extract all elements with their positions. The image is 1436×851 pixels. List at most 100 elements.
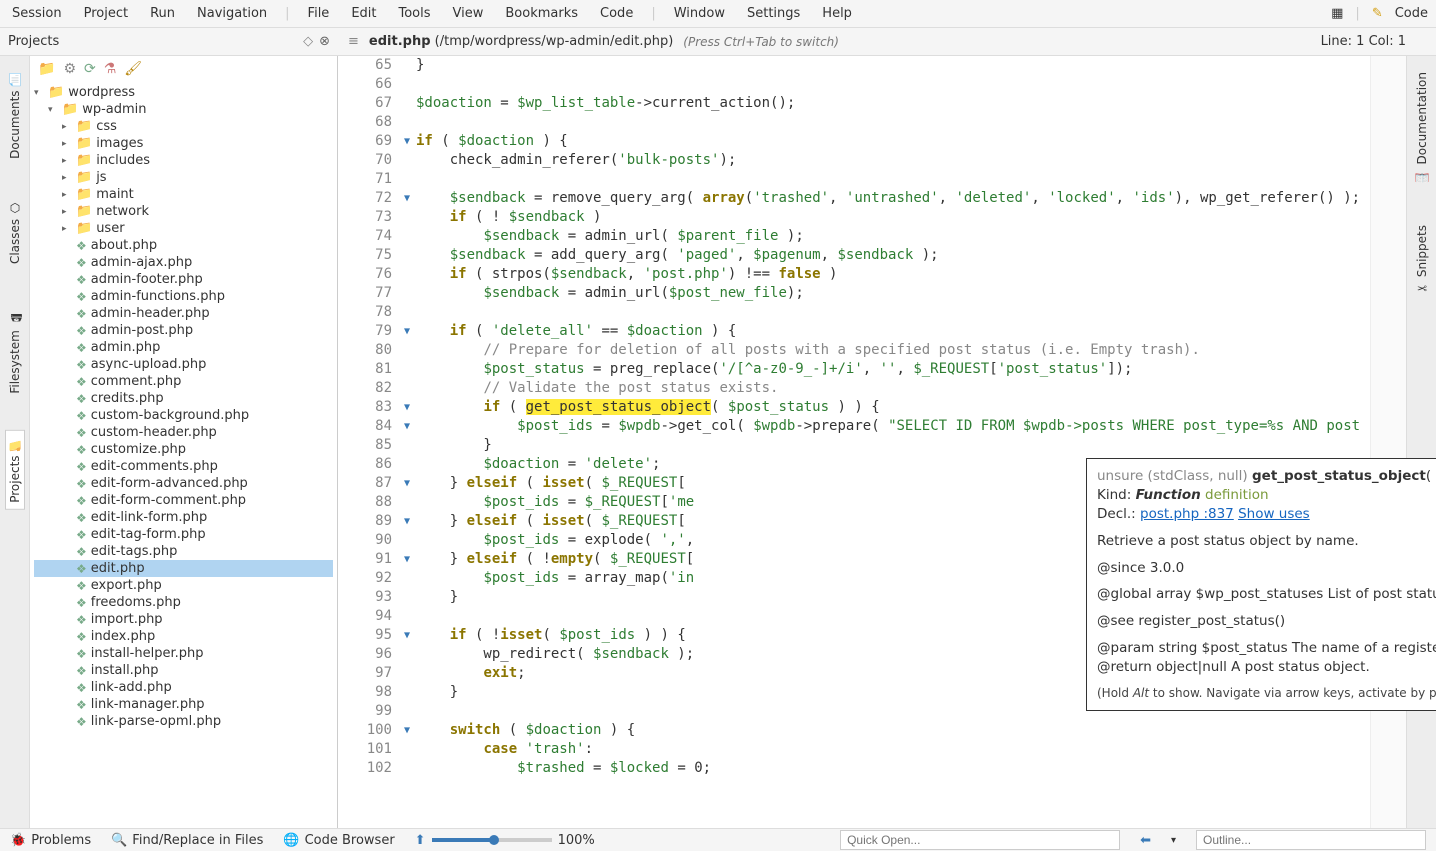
code-editor[interactable]: 6566676869707172737475767778798081828384… xyxy=(338,56,1406,828)
tree-file[interactable]: ❖freedoms.php xyxy=(34,594,333,611)
expand-icon[interactable]: ▾ xyxy=(34,88,44,98)
tree-folder[interactable]: ▾📁wp-admin xyxy=(34,101,333,118)
fold-marker[interactable]: ▼ xyxy=(398,474,416,493)
project-tree[interactable]: ▾📁wordpress▾📁wp-admin▸📁css▸📁images▸📁incl… xyxy=(30,82,337,828)
fold-marker[interactable]: ▼ xyxy=(398,550,416,569)
menu-tools[interactable]: Tools xyxy=(395,4,435,23)
fold-marker[interactable]: ▼ xyxy=(398,189,416,208)
dropdown-icon[interactable]: ▾ xyxy=(1171,835,1176,846)
tree-file[interactable]: ❖export.php xyxy=(34,577,333,594)
menu-session[interactable]: Session xyxy=(8,4,66,23)
tree-file[interactable]: ❖index.php xyxy=(34,628,333,645)
tree-file[interactable]: ❖custom-background.php xyxy=(34,407,333,424)
line-col-indicator[interactable]: Line: 1 Col: 1 xyxy=(1301,34,1426,49)
tree-file[interactable]: ❖install-helper.php xyxy=(34,645,333,662)
tree-folder[interactable]: ▸📁images xyxy=(34,135,333,152)
tree-file[interactable]: ❖link-manager.php xyxy=(34,696,333,713)
tree-file[interactable]: ❖import.php xyxy=(34,611,333,628)
zoom-control[interactable]: ⬆ 100% xyxy=(415,833,595,848)
menu-edit[interactable]: Edit xyxy=(347,4,380,23)
brush-icon[interactable]: 🖌 xyxy=(124,61,142,77)
expand-icon[interactable]: ▸ xyxy=(62,207,72,217)
expand-icon[interactable]: ▾ xyxy=(48,105,58,115)
folder-icon[interactable]: 📁 xyxy=(38,61,55,77)
tree-file[interactable]: ❖admin-footer.php xyxy=(34,271,333,288)
tree-file[interactable]: ❖link-parse-opml.php xyxy=(34,713,333,730)
tooltip-decl-link[interactable]: post.php :837 xyxy=(1140,506,1234,522)
tree-file[interactable]: ❖edit-tags.php xyxy=(34,543,333,560)
tree-folder[interactable]: ▸📁includes xyxy=(34,152,333,169)
expand-icon[interactable]: ▸ xyxy=(62,190,72,200)
fold-marker[interactable]: ▼ xyxy=(398,322,416,341)
tree-file[interactable]: ❖edit-form-comment.php xyxy=(34,492,333,509)
fold-marker[interactable]: ▼ xyxy=(398,512,416,531)
collapse-icon[interactable]: ◇ xyxy=(303,34,313,49)
fold-marker[interactable]: ▼ xyxy=(398,417,416,436)
tab-filesystem[interactable]: Filesystem 🖴 xyxy=(2,300,27,400)
tree-file[interactable]: ❖admin-post.php xyxy=(34,322,333,339)
filter-icon[interactable]: ⚗ xyxy=(104,61,117,77)
tree-file[interactable]: ❖admin.php xyxy=(34,339,333,356)
tree-file[interactable]: ❖edit-link-form.php xyxy=(34,509,333,526)
gear-icon[interactable]: ⚙ xyxy=(63,61,76,77)
sb-find-replace[interactable]: 🔍 Find/Replace in Files xyxy=(111,833,263,848)
tree-file[interactable]: ❖edit.php xyxy=(34,560,333,577)
menu-window[interactable]: Window xyxy=(670,4,729,23)
tree-folder[interactable]: ▸📁maint xyxy=(34,186,333,203)
minimap[interactable] xyxy=(1370,56,1406,828)
expand-icon[interactable]: ▸ xyxy=(62,139,72,149)
back-icon[interactable]: ⬅ xyxy=(1140,833,1151,848)
fold-column[interactable]: ▼▼▼▼▼▼▼▼▼▼ xyxy=(398,56,416,828)
tree-file[interactable]: ❖about.php xyxy=(34,237,333,254)
tree-folder[interactable]: ▾📁wordpress xyxy=(34,84,333,101)
sb-code-browser[interactable]: 🌐 Code Browser xyxy=(283,833,394,848)
menu-bookmarks[interactable]: Bookmarks xyxy=(501,4,582,23)
fold-marker[interactable]: ▼ xyxy=(398,398,416,417)
menu-code[interactable]: Code xyxy=(596,4,637,23)
tree-file[interactable]: ❖comment.php xyxy=(34,373,333,390)
menu-file[interactable]: File xyxy=(304,4,334,23)
code-label[interactable]: Code xyxy=(1395,6,1428,21)
tree-file[interactable]: ❖link-add.php xyxy=(34,679,333,696)
tree-folder[interactable]: ▸📁css xyxy=(34,118,333,135)
tree-folder[interactable]: ▸📁js xyxy=(34,169,333,186)
tab-filename[interactable]: edit.php xyxy=(369,34,431,49)
tree-file[interactable]: ❖admin-functions.php xyxy=(34,288,333,305)
tab-documentation[interactable]: 📖 Documentation xyxy=(1413,66,1431,189)
tree-file[interactable]: ❖edit-tag-form.php xyxy=(34,526,333,543)
menu-help[interactable]: Help xyxy=(818,4,856,23)
pencil-icon[interactable]: ✎ xyxy=(1372,6,1383,21)
tree-file[interactable]: ❖admin-header.php xyxy=(34,305,333,322)
tree-folder[interactable]: ▸📁network xyxy=(34,203,333,220)
tree-file[interactable]: ❖customize.php xyxy=(34,441,333,458)
sb-problems[interactable]: 🐞 Problems xyxy=(10,833,91,848)
tree-file[interactable]: ❖credits.php xyxy=(34,390,333,407)
grid-icon[interactable]: ▦ xyxy=(1331,6,1343,21)
quick-open-input[interactable] xyxy=(840,830,1120,850)
tab-projects[interactable]: Projects 📁 xyxy=(5,430,25,510)
tree-file[interactable]: ❖custom-header.php xyxy=(34,424,333,441)
tree-file[interactable]: ❖async-upload.php xyxy=(34,356,333,373)
tree-file[interactable]: ❖admin-ajax.php xyxy=(34,254,333,271)
tree-file[interactable]: ❖install.php xyxy=(34,662,333,679)
tooltip-uses-link[interactable]: Show uses xyxy=(1238,506,1310,522)
tree-file[interactable]: ❖edit-form-advanced.php xyxy=(34,475,333,492)
fold-marker[interactable]: ▼ xyxy=(398,626,416,645)
expand-icon[interactable]: ▸ xyxy=(62,122,72,132)
outline-input[interactable] xyxy=(1196,830,1426,850)
menu-project[interactable]: Project xyxy=(80,4,132,23)
expand-icon[interactable]: ▸ xyxy=(62,173,72,183)
tab-snippets[interactable]: ✂ Snippets xyxy=(1413,219,1431,301)
expand-icon[interactable]: ▸ xyxy=(62,156,72,166)
zoom-up-icon[interactable]: ⬆ xyxy=(415,833,426,848)
close-panel-icon[interactable]: ⊗ xyxy=(319,34,330,49)
list-icon[interactable]: ≡ xyxy=(348,34,359,49)
fold-marker[interactable]: ▼ xyxy=(398,721,416,740)
expand-icon[interactable]: ▸ xyxy=(62,224,72,234)
fold-marker[interactable]: ▼ xyxy=(398,132,416,151)
code-content[interactable]: } $doaction = $wp_list_table->current_ac… xyxy=(416,56,1370,828)
menu-settings[interactable]: Settings xyxy=(743,4,804,23)
tab-documents[interactable]: Documents 📄 xyxy=(6,66,24,165)
zoom-slider[interactable] xyxy=(432,838,552,842)
menu-view[interactable]: View xyxy=(449,4,488,23)
